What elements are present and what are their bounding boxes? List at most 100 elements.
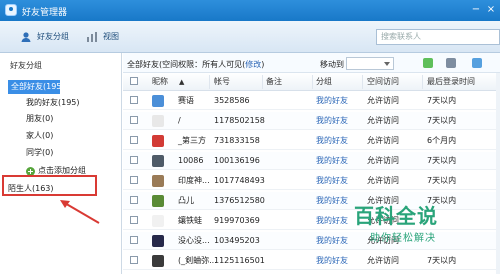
avatar[interactable] <box>152 95 164 107</box>
row-checkbox[interactable] <box>130 156 138 164</box>
strangers-highlight-box <box>2 175 97 196</box>
account-cell: 100136196 <box>214 156 260 165</box>
export-icon[interactable] <box>423 58 433 68</box>
nickname-cell: 赛语 <box>178 96 194 105</box>
sidebar-item-classmates[interactable]: 同学(0) <box>26 146 53 160</box>
group-cell[interactable]: 我的好友 <box>316 132 348 150</box>
space-access-header[interactable]: 空间访问 <box>367 73 399 91</box>
annotation-arrow-icon <box>60 200 100 224</box>
space-cell: 允许访问 <box>367 136 399 145</box>
window-controls: − × <box>468 0 500 21</box>
avatar[interactable] <box>152 215 164 227</box>
avatar[interactable] <box>152 135 164 147</box>
nickname-cell: _第三方 <box>178 136 206 145</box>
column-divider <box>362 75 363 89</box>
group-cell[interactable]: 我的好友 <box>316 112 348 130</box>
group-cell[interactable]: 我的好友 <box>316 172 348 190</box>
last-login-cell: 7天以内 <box>427 116 457 125</box>
avatar[interactable] <box>152 255 164 267</box>
last-login-cell: 7天以内 <box>427 96 457 105</box>
last-login-cell: 6个月内 <box>427 136 457 145</box>
last-login-cell: 7天以内 <box>427 256 457 265</box>
account-cell: 1125116501 <box>214 256 265 265</box>
table-row[interactable]: 赛语 3528586 我的好友 允许访问 7天以内 <box>123 92 500 110</box>
window-titlebar: 好友管理器 − × <box>0 0 500 21</box>
account-cell: 1017748493 <box>214 176 265 185</box>
avatar[interactable] <box>152 115 164 127</box>
nickname-cell: 鑲铁蛙 <box>178 216 202 225</box>
row-checkbox[interactable] <box>130 256 138 264</box>
row-checkbox[interactable] <box>130 96 138 104</box>
sidebar-title: 好友分组 <box>10 61 42 70</box>
table-row[interactable]: 印度神... 1017748493 我的好友 允许访问 7天以内 <box>123 172 500 190</box>
table-header: 昵称 ▲ 帐号 备注 分组 空间访问 最后登录时间 <box>123 73 500 91</box>
row-checkbox[interactable] <box>130 216 138 224</box>
minimize-icon[interactable]: − <box>470 3 482 16</box>
account-header[interactable]: 帐号 <box>214 73 230 91</box>
sidebar-item-my-friends[interactable]: 我的好友(195) <box>26 96 80 110</box>
window-title: 好友管理器 <box>22 8 68 18</box>
table-row[interactable]: _第三方 731833158 我的好友 允许访问 6个月内 <box>123 132 500 150</box>
move-to-select[interactable] <box>346 57 394 70</box>
table-row[interactable]: 10086 100136196 我的好友 允许访问 7天以内 <box>123 152 500 170</box>
group-cell[interactable]: 我的好友 <box>316 152 348 170</box>
nickname-cell: (_剣蛐弥... <box>178 256 217 265</box>
sidebar-item-friends[interactable]: 朋友(0) <box>26 112 53 126</box>
row-checkbox[interactable] <box>130 176 138 184</box>
search-input[interactable]: 搜索联系人 <box>376 29 500 45</box>
row-checkbox[interactable] <box>130 196 138 204</box>
avatar[interactable] <box>152 235 164 247</box>
space-scope-label: 全部好友(空间权限：所有人可见(修改) <box>127 59 264 70</box>
sort-up-icon[interactable]: ▲ <box>179 73 184 91</box>
account-cell: 731833158 <box>214 136 260 145</box>
watermark-title: 百科全说 <box>354 204 438 228</box>
user-icon <box>21 32 31 42</box>
nickname-cell: 10086 <box>178 156 204 165</box>
nickname-cell: 凸儿 <box>178 196 194 205</box>
space-cell: 允许访问 <box>367 116 399 125</box>
account-cell: 919970369 <box>214 216 260 225</box>
account-cell: 3528586 <box>214 96 250 105</box>
sidebar: 好友分组 全部好友(195) 我的好友(195) 朋友(0) 家人(0) 同学(… <box>0 53 122 274</box>
nickname-cell: 印度神... <box>178 176 210 185</box>
group-header[interactable]: 分组 <box>316 73 332 91</box>
group-cell[interactable]: 我的好友 <box>316 252 348 270</box>
row-checkbox[interactable] <box>130 136 138 144</box>
baike-watermark: 百科全说 助你轻松解决 <box>340 200 490 250</box>
space-cell: 允许访问 <box>367 256 399 265</box>
move-to-label: 移动到 <box>320 60 344 69</box>
nickname-cell: / <box>178 116 181 125</box>
modify-link[interactable]: 修改 <box>245 60 261 69</box>
toolbar: 好友分组 视图 搜索联系人 <box>0 21 500 53</box>
scope-text: 全部好友(空间权限：所有人可见( <box>127 60 246 69</box>
space-cell: 允许访问 <box>367 156 399 165</box>
vertical-scrollbar[interactable] <box>496 73 500 274</box>
close-icon[interactable]: × <box>485 3 497 16</box>
sidebar-item-family[interactable]: 家人(0) <box>26 129 53 143</box>
add-group-label: 点击添加分组 <box>38 166 86 175</box>
bar-chart-icon <box>87 32 97 42</box>
column-divider <box>262 75 263 89</box>
last-login-header[interactable]: 最后登录时间 <box>427 73 475 91</box>
table-row[interactable]: (_剣蛐弥... 1125116501 我的好友 允许访问 7天以内 <box>123 252 500 270</box>
avatar[interactable] <box>152 155 164 167</box>
scope-close: ) <box>261 60 265 69</box>
row-checkbox[interactable] <box>130 116 138 124</box>
delete-icon[interactable] <box>446 58 456 68</box>
avatar[interactable] <box>152 175 164 187</box>
qq-app-icon <box>5 4 17 16</box>
last-login-cell: 7天以内 <box>427 176 457 185</box>
row-checkbox[interactable] <box>130 236 138 244</box>
nickname-cell: 没心没... <box>178 236 210 245</box>
avatar[interactable] <box>152 195 164 207</box>
add-friend-icon[interactable] <box>472 58 482 68</box>
nickname-header[interactable]: 昵称 <box>152 73 168 91</box>
column-divider <box>422 75 423 89</box>
space-cell: 允许访问 <box>367 96 399 105</box>
remark-header[interactable]: 备注 <box>266 73 282 91</box>
sidebar-item-all-friends[interactable]: 全部好友(195) <box>8 80 65 94</box>
table-row[interactable]: / 1178502158 我的好友 允许访问 7天以内 <box>123 112 500 130</box>
account-cell: 1178502158 <box>214 116 265 125</box>
group-cell[interactable]: 我的好友 <box>316 92 348 110</box>
select-all-checkbox[interactable] <box>130 77 138 85</box>
